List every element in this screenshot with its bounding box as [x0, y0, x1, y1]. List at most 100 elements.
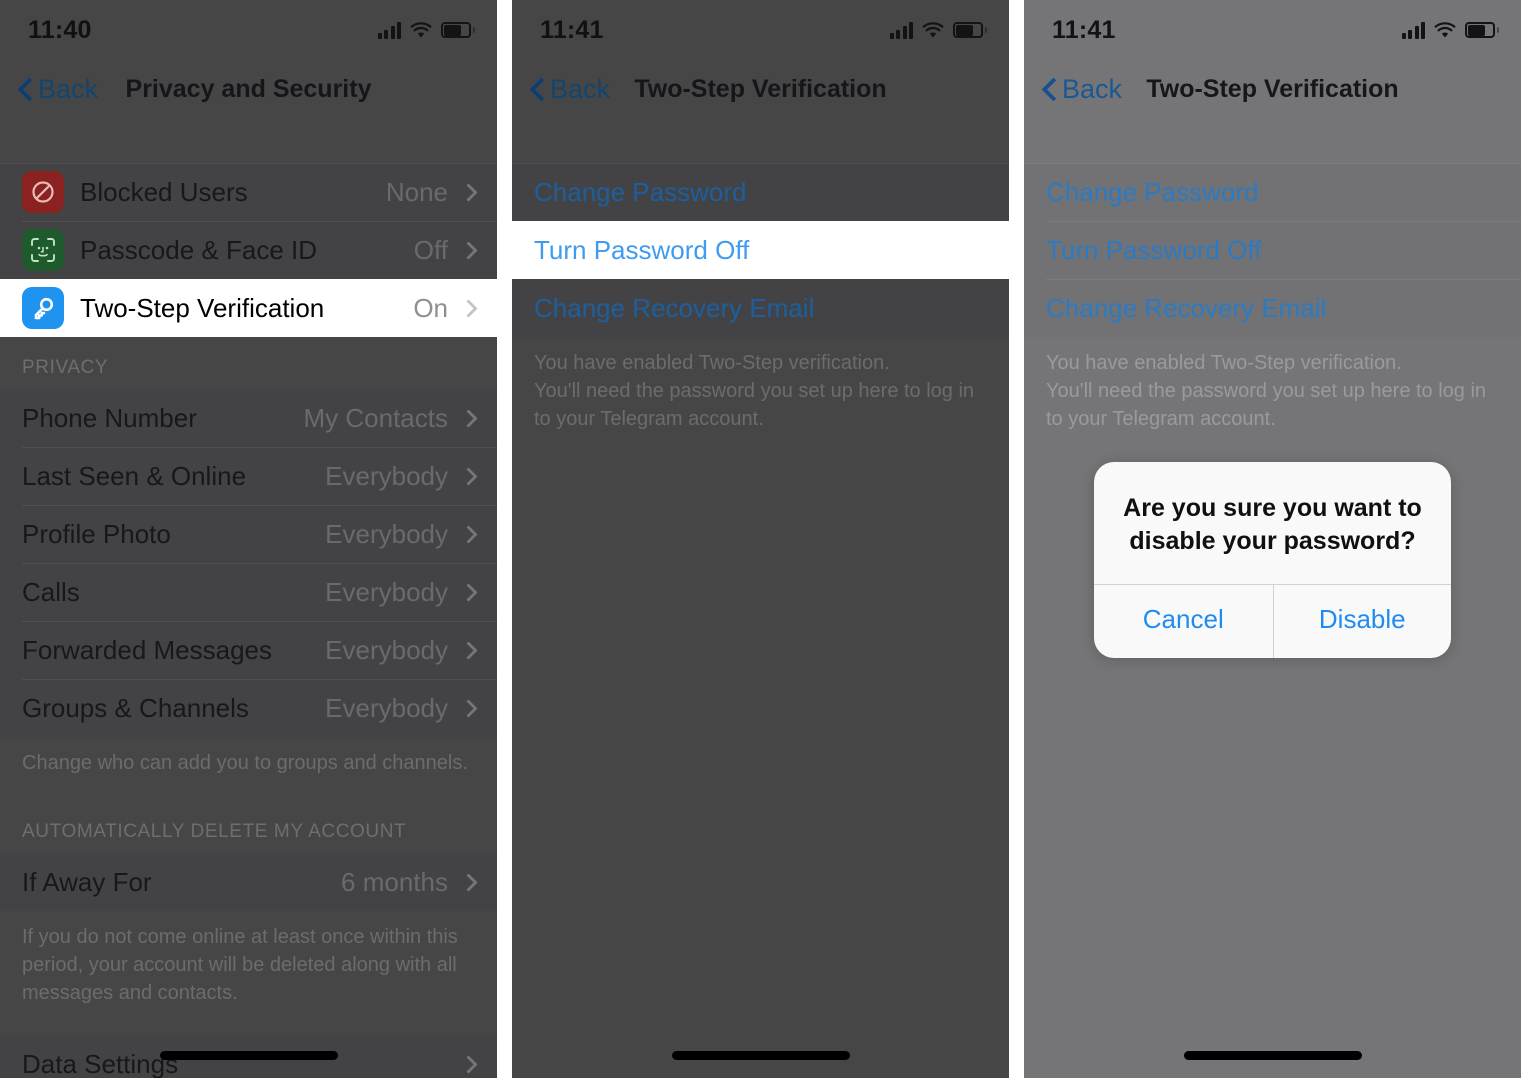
chevron-right-icon: [459, 408, 478, 428]
row-label: Last Seen & Online: [22, 460, 247, 491]
wifi-icon: [410, 21, 432, 39]
row-turn-password-off[interactable]: Turn Password Off: [512, 221, 1009, 279]
row-value: Everybody: [325, 634, 448, 665]
chevron-right-icon: [459, 240, 478, 260]
row-passcode-face-id[interactable]: Passcode & Face ID Off: [0, 221, 497, 279]
list-top-spacer: [1024, 118, 1521, 163]
chevron-left-icon: [530, 77, 544, 101]
row-label: Phone Number: [22, 402, 197, 433]
row-label: Passcode & Face ID: [80, 234, 317, 265]
row-if-away-for[interactable]: If Away For 6 months: [0, 853, 497, 911]
chevron-right-icon: [459, 698, 478, 718]
row-change-password[interactable]: Change Password: [1024, 163, 1521, 221]
section-header-privacy: PRIVACY: [22, 357, 109, 378]
chevron-right-icon: [459, 182, 478, 202]
row-value: None: [385, 176, 448, 207]
row-label: Blocked Users: [80, 176, 248, 207]
back-button-label: Back: [550, 73, 611, 104]
row-blocked-users[interactable]: Blocked Users None: [0, 163, 497, 221]
face-id-icon: [22, 229, 64, 271]
key-icon: [22, 287, 64, 329]
wifi-icon: [922, 21, 944, 39]
section-footer-privacy: Change who can add you to groups and cha…: [22, 752, 468, 774]
screen-two-step-verification-alert: 11:41 Back Two-Step Verification Change …: [1024, 0, 1521, 1078]
status-bar: 11:40: [0, 0, 497, 60]
row-turn-password-off[interactable]: Turn Password Off: [1024, 221, 1521, 279]
battery-icon: [953, 22, 987, 38]
status-bar-icons: [889, 21, 987, 39]
home-indicator: [1183, 1051, 1362, 1060]
dialog-title: Are you sure you want to disable your pa…: [1123, 494, 1422, 555]
row-value: Everybody: [325, 518, 448, 549]
chevron-right-icon: [459, 1054, 478, 1074]
section-header-auto-delete: AUTOMATICALLY DELETE MY ACCOUNT: [22, 821, 407, 842]
chevron-right-icon: [459, 872, 478, 892]
back-button-label: Back: [38, 73, 99, 104]
chevron-left-icon: [18, 77, 32, 101]
cellular-bars-icon: [377, 21, 401, 39]
status-bar-clock: 11:41: [540, 15, 604, 44]
status-bar-clock: 11:41: [1052, 15, 1116, 44]
row-value: Everybody: [325, 692, 448, 723]
row-label: Turn Password Off: [534, 234, 750, 265]
chevron-right-icon: [459, 582, 478, 602]
row-label: Change Recovery Email: [1046, 292, 1327, 323]
screen-two-step-verification: 11:41 Back Two-Step Verification Change …: [512, 0, 1009, 1078]
row-label: Change Password: [1046, 176, 1259, 207]
back-button[interactable]: Back: [530, 74, 610, 105]
row-value: Everybody: [325, 576, 448, 607]
row-calls[interactable]: Calls Everybody: [0, 563, 497, 621]
cancel-button[interactable]: Cancel: [1094, 585, 1273, 658]
row-label: Change Password: [534, 176, 747, 207]
row-value: 6 months: [341, 866, 448, 897]
row-value: On: [413, 292, 448, 323]
row-forwarded-messages[interactable]: Forwarded Messages Everybody: [0, 621, 497, 679]
wifi-icon: [1434, 21, 1456, 39]
row-change-password[interactable]: Change Password: [512, 163, 1009, 221]
dialog-buttons: Cancel Disable: [1094, 584, 1451, 658]
chevron-right-icon: [459, 640, 478, 660]
row-value: Everybody: [325, 460, 448, 491]
row-groups-channels[interactable]: Groups & Channels Everybody: [0, 679, 497, 737]
screenshot-triptych: 11:40 Back Privacy and Security Blocked …: [0, 0, 1524, 1078]
screen-privacy-and-security: 11:40 Back Privacy and Security Blocked …: [0, 0, 497, 1078]
row-label: Forwarded Messages: [22, 634, 272, 665]
chevron-right-icon: [459, 466, 478, 486]
row-label: Change Recovery Email: [534, 292, 815, 323]
status-bar-clock: 11:40: [28, 15, 92, 44]
row-profile-photo[interactable]: Profile Photo Everybody: [0, 505, 497, 563]
list-top-spacer: [512, 118, 1009, 163]
list-top-spacer: [0, 118, 497, 163]
row-label: Profile Photo: [22, 518, 171, 549]
chevron-left-icon: [1042, 77, 1056, 101]
row-label: Calls: [22, 576, 80, 607]
status-bar: 11:41: [512, 0, 1009, 60]
navigation-bar: Back Two-Step Verification: [1024, 60, 1521, 118]
battery-icon: [1465, 22, 1499, 38]
row-two-step-verification[interactable]: Two-Step Verification On: [0, 279, 497, 337]
navigation-bar: Back Two-Step Verification: [512, 60, 1009, 118]
home-indicator: [159, 1051, 338, 1060]
confirm-disable-password-dialog: Are you sure you want to disable your pa…: [1094, 462, 1451, 658]
row-value: Off: [413, 234, 448, 265]
back-button[interactable]: Back: [1042, 74, 1122, 105]
cellular-bars-icon: [1401, 21, 1425, 39]
disable-button[interactable]: Disable: [1272, 585, 1452, 658]
row-change-recovery-email[interactable]: Change Recovery Email: [512, 279, 1009, 337]
back-button-label: Back: [1062, 73, 1123, 104]
row-last-seen-online[interactable]: Last Seen & Online Everybody: [0, 447, 497, 505]
row-label: If Away For: [22, 866, 152, 897]
row-label: Two-Step Verification: [80, 292, 325, 323]
cellular-bars-icon: [889, 21, 913, 39]
status-bar-icons: [377, 21, 475, 39]
row-label: Turn Password Off: [1046, 234, 1262, 265]
section-footer-two-step: You have enabled Two-Step verification. …: [1046, 352, 1487, 430]
row-label: Groups & Channels: [22, 692, 249, 723]
row-change-recovery-email[interactable]: Change Recovery Email: [1024, 279, 1521, 337]
section-footer-auto-delete: If you do not come online at least once …: [22, 926, 458, 1004]
chevron-right-icon: [459, 524, 478, 544]
row-phone-number[interactable]: Phone Number My Contacts: [0, 389, 497, 447]
blocked-users-icon: [22, 171, 64, 213]
back-button[interactable]: Back: [18, 74, 98, 105]
navigation-bar: Back Privacy and Security: [0, 60, 497, 118]
